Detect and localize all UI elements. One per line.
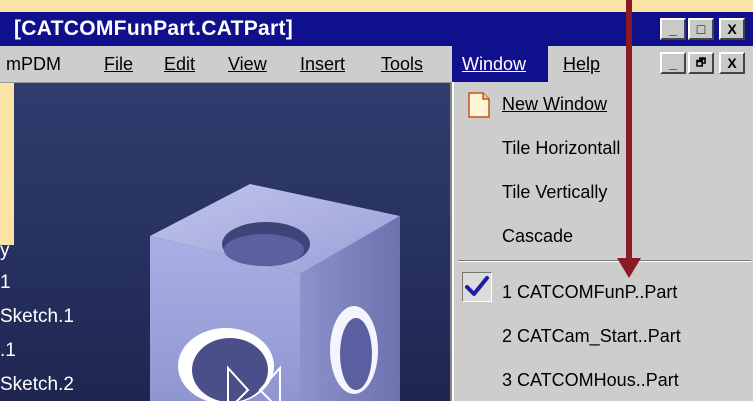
checkmark-box	[462, 272, 492, 302]
document-item-3[interactable]: 3 CATCOMHous..Part	[502, 366, 679, 394]
menu-file-label: File	[104, 54, 134, 74]
document-item-1[interactable]: 1 CATCOMFunP..Part	[502, 278, 677, 306]
minimize-icon: _	[669, 21, 677, 37]
document-label-1: 1 CATCOMFunP..Part	[502, 282, 678, 302]
tree-item-sketch-1[interactable]: Sketch.1	[0, 306, 74, 328]
tile-vertically-item[interactable]: Tile Vertically	[502, 178, 607, 206]
menu-file[interactable]: File	[104, 46, 133, 82]
cube-model[interactable]	[130, 170, 430, 401]
close-icon: X	[727, 21, 737, 37]
menu-view-label: View	[228, 54, 267, 74]
tree-item[interactable]: y	[0, 240, 10, 262]
menu-edit-label: Edit	[164, 54, 196, 74]
menu-window[interactable]: Window	[452, 46, 548, 82]
title-buttons: _ □ X	[660, 18, 745, 40]
tile-horizontally-label: Tile Horizontall	[502, 138, 621, 158]
menu-view[interactable]: View	[228, 46, 267, 82]
window-title: [CATCOMFunPart.CATPart]	[14, 17, 294, 40]
menu-edit[interactable]: Edit	[164, 46, 195, 82]
window-menu-dropdown: New Window Tile Horizontall Tile Vertica…	[452, 82, 753, 401]
close-button[interactable]: X	[719, 18, 745, 40]
maximize-icon: □	[696, 21, 706, 37]
document-label-2: 2 CATCam_Start..Part	[502, 326, 681, 346]
menu-window-label: Window	[462, 54, 527, 74]
doc-close-button[interactable]: X	[719, 52, 745, 74]
new-window-item[interactable]: New Window	[502, 90, 607, 118]
annotation-arrow-head	[617, 258, 641, 278]
tile-vertically-label: Tile Vertically	[502, 182, 608, 202]
tree-item[interactable]: 1	[0, 272, 11, 294]
checkmark-icon	[465, 276, 489, 296]
cascade-label: Cascade	[502, 226, 574, 246]
menu-help-label: Help	[563, 54, 601, 74]
document-buttons: _ 🗗 X	[660, 52, 745, 74]
new-window-icon	[468, 92, 490, 118]
cascade-item[interactable]: Cascade	[502, 222, 573, 250]
minimize-icon: _	[669, 55, 677, 71]
doc-restore-button[interactable]: 🗗	[688, 52, 714, 74]
catia-window: [CATCOMFunPart.CATPart] _ □ X mPDM File …	[0, 0, 753, 401]
menu-help[interactable]: Help	[563, 46, 600, 82]
tile-horizontally-item[interactable]: Tile Horizontall	[502, 134, 620, 162]
restore-icon: 🗗	[695, 56, 707, 69]
minimize-button[interactable]: _	[660, 18, 686, 40]
annotation-arrow-shaft	[626, 0, 632, 262]
menu-separator	[458, 260, 751, 262]
document-label-3: 3 CATCOMHous..Part	[502, 370, 679, 390]
title-bar: [CATCOMFunPart.CATPart] _ □ X	[0, 12, 753, 46]
document-item-2[interactable]: 2 CATCam_Start..Part	[502, 322, 681, 350]
menu-tools-label: Tools	[381, 54, 424, 74]
close-icon: X	[727, 55, 737, 71]
menu-mpdm[interactable]: mPDM	[6, 46, 61, 82]
tree-item-sketch-2[interactable]: Sketch.2	[0, 374, 74, 396]
menu-bar: mPDM File Edit View Insert Tools Window …	[0, 46, 753, 83]
menu-tools[interactable]: Tools	[381, 46, 423, 82]
menu-insert-label: Insert	[300, 54, 346, 74]
menu-insert[interactable]: Insert	[300, 46, 345, 82]
left-margin	[0, 83, 14, 245]
maximize-button[interactable]: □	[688, 18, 714, 40]
new-window-label: New Window	[502, 94, 608, 114]
menu-mpdm-label: mPDM	[6, 54, 61, 74]
doc-minimize-button[interactable]: _	[660, 52, 686, 74]
tree-item[interactable]: .1	[0, 340, 16, 362]
